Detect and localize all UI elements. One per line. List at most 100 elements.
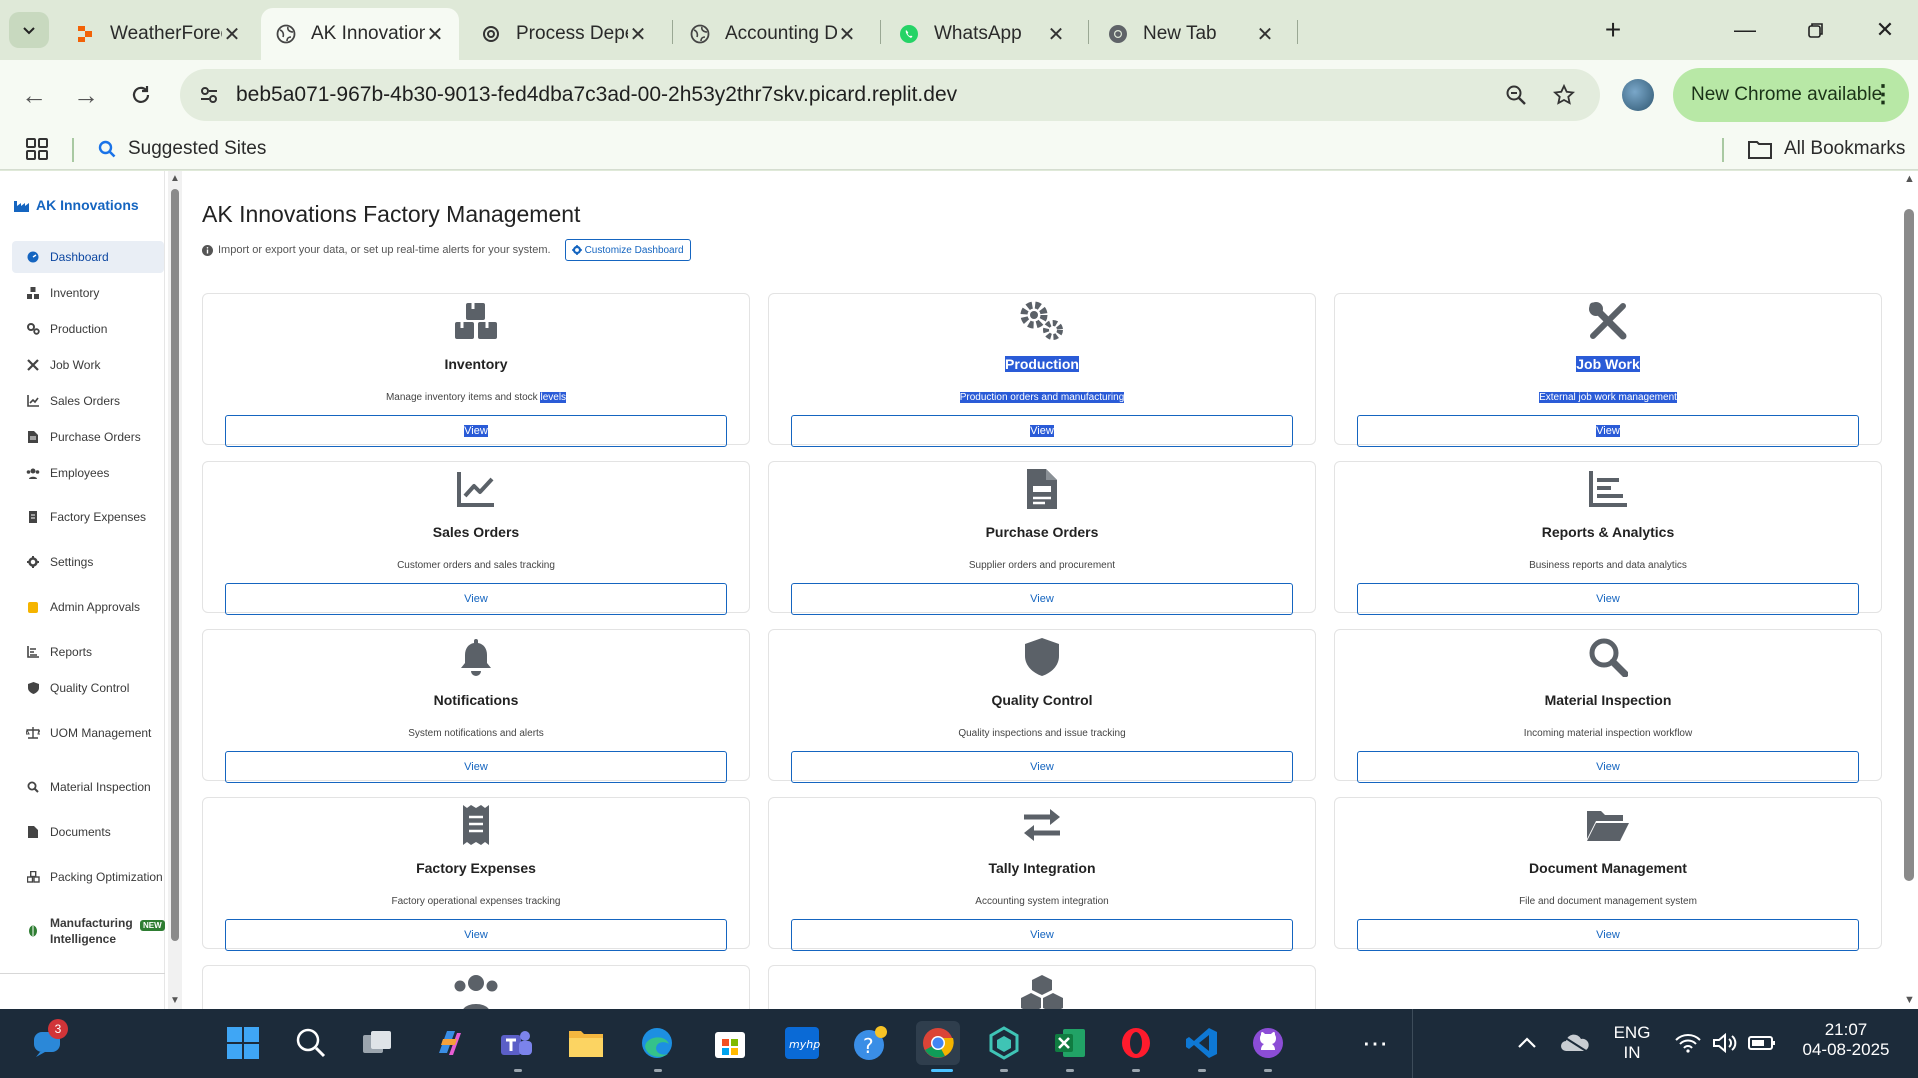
task-view-icon[interactable] xyxy=(355,1021,399,1065)
view-button[interactable]: View xyxy=(791,415,1293,447)
view-button[interactable]: View xyxy=(1357,919,1859,951)
sidebar-item-production[interactable]: Production xyxy=(12,313,164,345)
page-scrollbar[interactable]: ▲ ▼ xyxy=(1900,171,1918,1009)
github-desktop-icon[interactable] xyxy=(1246,1021,1290,1065)
tab-ak-innovations[interactable]: AK Innovations Fac ✕ xyxy=(261,8,459,60)
tab-whatsapp[interactable]: WhatsApp ✕ xyxy=(884,8,1080,60)
sidebar-item-documents[interactable]: Documents xyxy=(12,816,164,848)
scroll-up-arrow-icon[interactable]: ▲ xyxy=(1904,173,1915,185)
tab-process-dependen[interactable]: Process Dependen ✕ xyxy=(466,8,662,60)
tab-new-tab[interactable]: New Tab ✕ xyxy=(1093,8,1289,60)
forward-button[interactable]: → xyxy=(66,75,106,115)
scroll-thumb[interactable] xyxy=(1904,209,1914,881)
zoom-icon[interactable] xyxy=(1496,75,1536,115)
view-button[interactable]: View xyxy=(1357,583,1859,615)
sidebar-item-material-inspection[interactable]: Material Inspection xyxy=(12,771,164,803)
view-button[interactable]: View xyxy=(1357,415,1859,447)
opera-icon[interactable] xyxy=(1114,1021,1158,1065)
view-button[interactable]: View xyxy=(791,919,1293,951)
cube-app-icon[interactable] xyxy=(982,1021,1026,1065)
help-icon[interactable]: ? xyxy=(849,1021,893,1065)
tab-accounting-dashb[interactable]: Accounting Dashb ✕ xyxy=(675,8,871,60)
view-button[interactable]: View xyxy=(791,751,1293,783)
onedrive-icon[interactable] xyxy=(1553,1021,1597,1065)
sidebar-scrollbar[interactable]: ▲ ▼ xyxy=(168,171,182,1009)
running-indicator xyxy=(1066,1069,1074,1072)
sidebar-item-admin-approvals[interactable]: Admin Approvals xyxy=(12,591,164,623)
close-icon[interactable]: ✕ xyxy=(1255,22,1275,47)
view-button[interactable]: View xyxy=(225,415,727,447)
sidebar-item-reports[interactable]: Reports xyxy=(12,636,164,668)
view-button[interactable]: View xyxy=(225,583,727,615)
new-tab-button[interactable]: + xyxy=(1588,10,1638,50)
close-icon[interactable]: ✕ xyxy=(222,22,242,47)
sidebar-item-job-work[interactable]: Job Work xyxy=(12,349,164,381)
view-button[interactable]: View xyxy=(225,751,727,783)
microsoft-store-icon[interactable] xyxy=(708,1021,752,1065)
sidebar-item-manufacturing-intelligence[interactable]: Manufacturing Intelligence NEW xyxy=(12,911,165,951)
sidebar-item-sales-orders[interactable]: Sales Orders xyxy=(12,385,164,417)
tab-search-button[interactable] xyxy=(9,12,49,48)
sidebar-item-packing-optimization[interactable]: Packing Optimization xyxy=(12,861,164,893)
shield-icon xyxy=(26,681,40,695)
tab-title: Process Dependen xyxy=(516,23,628,44)
language-indicator[interactable]: ENG IN xyxy=(1612,1023,1652,1063)
view-button[interactable]: View xyxy=(1357,751,1859,783)
sidebar-item-purchase-orders[interactable]: Purchase Orders xyxy=(12,421,164,453)
search-icon xyxy=(26,780,40,794)
excel-icon[interactable] xyxy=(1048,1021,1092,1065)
tab-weatherforecast[interactable]: WeatherForecast - ✕ xyxy=(60,8,256,60)
close-icon[interactable]: ✕ xyxy=(425,22,445,47)
address-bar[interactable]: beb5a071-967b-4b30-9013-fed4dba7c3ad-00-… xyxy=(180,69,1600,121)
more-icon[interactable]: ⋯ xyxy=(1353,1021,1397,1065)
minimize-button[interactable]: — xyxy=(1720,10,1770,50)
scroll-thumb[interactable] xyxy=(171,189,179,941)
view-button[interactable]: View xyxy=(225,919,727,951)
bell-icon xyxy=(203,634,749,680)
myhp-icon[interactable]: myhp xyxy=(780,1021,824,1065)
brand[interactable]: AK Innovations xyxy=(14,197,139,213)
sidebar-item-settings[interactable]: Settings xyxy=(12,546,164,578)
card-description: Incoming material inspection workflow xyxy=(1523,728,1693,739)
scroll-down-arrow-icon[interactable]: ▼ xyxy=(1904,994,1915,1006)
chevron-up-icon[interactable] xyxy=(1505,1021,1549,1065)
folder-open-icon xyxy=(1335,802,1881,848)
sidebar-item-dashboard[interactable]: Dashboard xyxy=(12,241,164,273)
reports-icon xyxy=(26,645,40,659)
minimize-icon: — xyxy=(1734,17,1756,42)
restore-button[interactable] xyxy=(1791,10,1841,50)
profile-avatar[interactable] xyxy=(1622,79,1654,111)
chrome-icon[interactable] xyxy=(916,1021,960,1065)
file-explorer-icon[interactable] xyxy=(564,1021,608,1065)
battery-icon[interactable] xyxy=(1740,1021,1784,1065)
back-button[interactable]: ← xyxy=(14,75,54,115)
vscode-icon[interactable] xyxy=(1180,1021,1224,1065)
customize-dashboard-button[interactable]: Customize Dashboard xyxy=(564,239,691,261)
scroll-up-arrow-icon[interactable]: ▲ xyxy=(170,173,180,184)
star-icon[interactable] xyxy=(1544,75,1584,115)
apps-icon[interactable] xyxy=(26,138,48,165)
teams-icon[interactable] xyxy=(494,1021,538,1065)
start-icon[interactable] xyxy=(221,1021,265,1065)
sidebar-item-quality-control[interactable]: Quality Control xyxy=(12,672,164,704)
update-chrome-button[interactable]: New Chrome available ⋮ xyxy=(1673,68,1909,122)
bookmark-suggested-sites[interactable]: Suggested Sites xyxy=(98,138,266,160)
clock[interactable]: 21:07 04-08-2025 xyxy=(1796,1020,1896,1060)
sidebar-item-employees[interactable]: Employees xyxy=(12,457,164,489)
sidebar-item-uom-management[interactable]: UOM Management xyxy=(12,717,164,749)
close-window-button[interactable]: ✕ xyxy=(1860,10,1910,50)
scroll-down-arrow-icon[interactable]: ▼ xyxy=(170,995,180,1006)
site-info-icon[interactable] xyxy=(194,80,224,110)
sidebar-item-factory-expenses[interactable]: Factory Expenses xyxy=(12,501,164,533)
reload-button[interactable] xyxy=(121,75,161,115)
sidebar-item-inventory[interactable]: Inventory xyxy=(12,277,164,309)
all-bookmarks-button[interactable]: All Bookmarks xyxy=(1748,138,1905,160)
close-icon[interactable]: ✕ xyxy=(837,22,857,47)
copilot-icon[interactable] xyxy=(427,1021,471,1065)
search-icon[interactable] xyxy=(289,1021,333,1065)
view-button[interactable]: View xyxy=(791,583,1293,615)
folder-icon xyxy=(1748,139,1772,159)
close-icon[interactable]: ✕ xyxy=(628,22,648,47)
edge-icon[interactable] xyxy=(635,1021,679,1065)
close-icon[interactable]: ✕ xyxy=(1046,22,1066,47)
